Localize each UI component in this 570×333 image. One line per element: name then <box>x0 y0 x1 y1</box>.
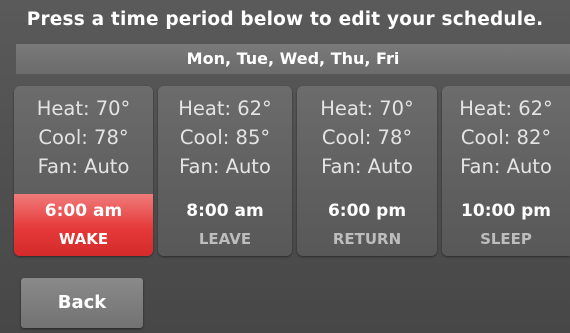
period-time-box: 6:00 am WAKE <box>14 194 153 256</box>
period-name: SLEEP <box>480 230 532 248</box>
cool-setpoint: Cool: 78° <box>321 126 413 149</box>
fan-mode: Fan: Auto <box>37 155 130 178</box>
period-time: 8:00 am <box>186 201 264 221</box>
fan-mode: Fan: Auto <box>460 155 552 178</box>
cool-setpoint: Cool: 78° <box>38 126 129 149</box>
period-settings: Heat: 62° Cool: 85° Fan: Auto <box>158 94 292 181</box>
cool-setpoint: Cool: 85° <box>179 126 271 149</box>
period-time: 6:00 pm <box>327 201 407 221</box>
schedule-days-label: Mon, Tue, Wed, Thu, Fri <box>16 44 570 74</box>
period-tile-sleep[interactable]: Heat: 62° Cool: 82° Fan: Auto 10:00 pm S… <box>442 86 570 256</box>
cool-setpoint: Cool: 82° <box>460 126 552 149</box>
period-time: 6:00 am <box>44 201 123 221</box>
period-settings: Heat: 70° Cool: 78° Fan: Auto <box>297 94 437 181</box>
heat-setpoint: Heat: 70° <box>320 97 414 120</box>
heat-setpoint: Heat: 62° <box>459 97 553 120</box>
period-tile-leave[interactable]: Heat: 62° Cool: 85° Fan: Auto 8:00 am LE… <box>158 86 292 256</box>
period-time-box: 6:00 pm RETURN <box>297 194 437 256</box>
period-time: 10:00 pm <box>461 201 551 221</box>
period-name: LEAVE <box>198 230 252 248</box>
period-name: RETURN <box>332 230 402 248</box>
heat-setpoint: Heat: 62° <box>178 97 272 120</box>
period-time-box: 10:00 pm SLEEP <box>442 194 570 256</box>
period-tile-wake[interactable]: Heat: 70° Cool: 78° Fan: Auto 6:00 am WA… <box>14 86 153 256</box>
period-time-box: 8:00 am LEAVE <box>158 194 292 256</box>
period-name: WAKE <box>58 230 109 248</box>
period-settings: Heat: 70° Cool: 78° Fan: Auto <box>14 94 153 181</box>
page-title: Press a time period below to edit your s… <box>26 9 544 30</box>
heat-setpoint: Heat: 70° <box>36 97 131 120</box>
fan-mode: Fan: Auto <box>321 155 413 178</box>
fan-mode: Fan: Auto <box>179 155 271 178</box>
period-tile-return[interactable]: Heat: 70° Cool: 78° Fan: Auto 6:00 pm RE… <box>297 86 437 256</box>
back-button[interactable]: Back <box>21 278 143 328</box>
thermostat-screen: Press a time period below to edit your s… <box>0 0 570 333</box>
period-settings: Heat: 62° Cool: 82° Fan: Auto <box>442 94 570 181</box>
